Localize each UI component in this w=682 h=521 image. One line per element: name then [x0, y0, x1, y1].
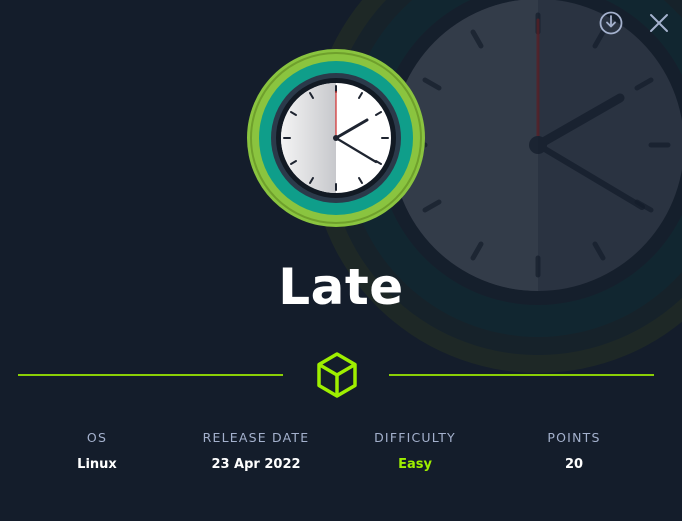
close-icon[interactable] [646, 10, 672, 36]
stat-difficulty: DIFFICULTY Easy [335, 430, 495, 472]
stat-difficulty-value: Easy [398, 457, 432, 472]
machine-title: Late [278, 258, 404, 316]
download-icon[interactable] [598, 10, 624, 36]
machine-card: Late OS Linux RELEASE DATE 23 Apr 2022 D… [0, 0, 682, 521]
clock-icon [247, 49, 425, 227]
divider-left [18, 374, 283, 376]
stat-points-label: POINTS [547, 430, 601, 445]
stat-release-date-label: RELEASE DATE [202, 430, 310, 445]
stat-difficulty-label: DIFFICULTY [374, 430, 456, 445]
stat-release-date-value: 23 Apr 2022 [211, 457, 301, 472]
stat-os: OS Linux [17, 430, 177, 472]
stat-points: POINTS 20 [494, 430, 654, 472]
stat-os-value: Linux [77, 457, 117, 472]
stat-points-value: 20 [564, 457, 584, 472]
stat-release-date: RELEASE DATE 23 Apr 2022 [176, 430, 336, 472]
stat-os-label: OS [86, 430, 108, 445]
divider-right [389, 374, 654, 376]
cube-icon [317, 352, 357, 398]
